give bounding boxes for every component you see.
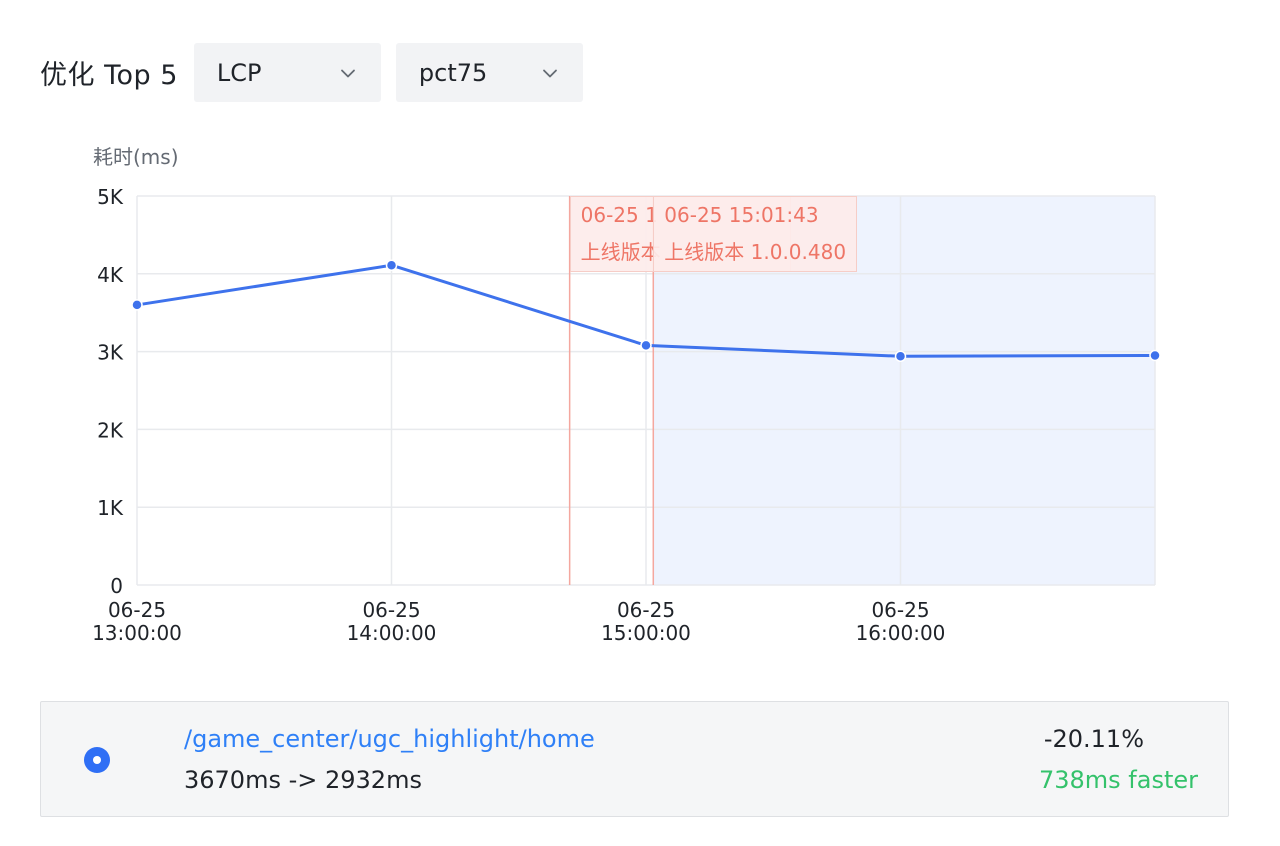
x-tick-label-time: 14:00:00 bbox=[347, 621, 437, 645]
performance-line-chart: 0 1K 2K 3K 4K 5K 06-25 13:00:00 06-25 14:00:00 06-… bbox=[0, 130, 1280, 670]
radio-selected-icon[interactable] bbox=[84, 747, 110, 773]
chevron-down-icon bbox=[341, 69, 355, 77]
release-version-label: 上线版本 1.0.0.480 bbox=[664, 240, 847, 264]
y-tick-label: 2K bbox=[97, 418, 124, 442]
metric-select-value: LCP bbox=[216, 58, 262, 87]
y-tick-label: 3K bbox=[97, 341, 124, 365]
y-tick-label: 5K bbox=[97, 185, 124, 209]
y-axis-label: 耗时(ms) bbox=[93, 145, 179, 169]
release-time-label: 06-25 15:01:43 bbox=[664, 203, 819, 227]
release-marker-label-2: 06-25 15:01:43 上线版本 1.0.0.480 bbox=[653, 196, 858, 272]
data-point bbox=[385, 259, 398, 271]
timing-change: 3670ms -> 2932ms bbox=[184, 766, 422, 794]
data-point bbox=[640, 339, 652, 352]
x-tick-label-time: 15:00:00 bbox=[601, 621, 691, 645]
data-point bbox=[894, 350, 907, 363]
x-tick-label-date: 06-25 bbox=[871, 598, 929, 622]
delta-percent: -20.11% bbox=[1043, 725, 1144, 753]
faster-text: 738ms faster bbox=[1038, 766, 1198, 794]
metric-select[interactable]: LCP bbox=[193, 43, 381, 102]
y-tick-label: 1K bbox=[97, 496, 124, 520]
chevron-down-icon bbox=[543, 69, 557, 77]
x-tick-label-date: 06-25 bbox=[617, 598, 675, 622]
y-tick-label: 4K bbox=[97, 263, 124, 287]
page-path-link[interactable]: /game_center/ugc_highlight/home bbox=[184, 725, 595, 753]
percentile-select-value: pct75 bbox=[418, 58, 488, 87]
x-tick-label-date: 06-25 bbox=[108, 598, 166, 622]
page-title: 优化 Top 5 bbox=[40, 60, 178, 91]
x-tick-label-time: 13:00:00 bbox=[92, 621, 182, 645]
percentile-select[interactable]: pct75 bbox=[395, 43, 583, 102]
toolbar: 优化 Top 5 LCP pct75 bbox=[40, 43, 583, 102]
result-card[interactable]: /game_center/ugc_highlight/home 3670ms -… bbox=[40, 701, 1229, 817]
data-point bbox=[131, 299, 143, 311]
x-tick-label-time: 16:00:00 bbox=[856, 621, 946, 645]
y-tick-label: 0 bbox=[110, 574, 123, 598]
data-point bbox=[1149, 349, 1161, 362]
x-tick-label-date: 06-25 bbox=[362, 598, 420, 622]
